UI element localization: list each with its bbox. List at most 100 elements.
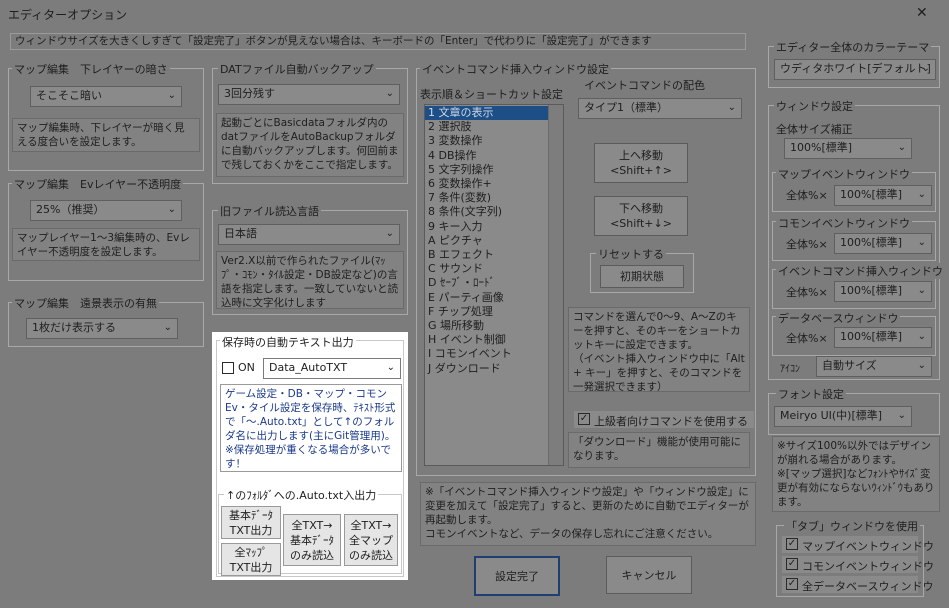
icon-size-label: ｱｲｺﾝ xyxy=(780,364,800,375)
chevron-down-icon: ⌄ xyxy=(921,63,930,74)
list-item[interactable]: 9 キー入力 xyxy=(425,220,563,234)
auto-text-desc: ゲーム設定・DB・マップ・コモンEv・タイル設定を保存時、ﾃｷｽﾄ形式で「～.A… xyxy=(220,384,402,472)
tab-map-event-checkbox[interactable]: ✓ xyxy=(786,538,798,550)
group-title: 保存時の自動テキスト出力 xyxy=(220,334,356,350)
font-select[interactable]: Meiryo UI(中)[標準] ⌄ xyxy=(774,406,912,427)
map-event-window-select[interactable]: 100%[標準] ⌄ xyxy=(834,185,932,206)
list-item[interactable]: I コモンイベント xyxy=(425,347,563,361)
event-cmd-color-select[interactable]: タイプ1（標準） ⌄ xyxy=(578,98,742,119)
group-title: 旧ファイル読込言語 xyxy=(218,203,321,219)
chevron-down-icon: ⌄ xyxy=(897,410,906,421)
old-file-lang-select[interactable]: 日本語 ⌄ xyxy=(218,224,400,245)
group-title: ↑のﾌｫﾙﾀﾞへの.Auto.txt入出力 xyxy=(224,487,379,503)
chevron-down-icon: ⌄ xyxy=(727,102,736,113)
all-txt-to-map-import-button[interactable]: 全TXT→ 全マップ のみ読込 xyxy=(344,514,398,566)
restart-note: ※「イベントコマンド挿入ウィンドウ設定」や「ウィンドウ設定」に変更を加えて「設定… xyxy=(420,482,756,546)
list-item[interactable]: 8 条件(文字列) xyxy=(425,205,563,219)
tab-database-checkbox[interactable]: ✓ xyxy=(786,578,798,590)
list-item[interactable]: B エフェクト xyxy=(425,248,563,262)
group-title: イベントコマンド挿入ウィンドウ xyxy=(776,263,945,279)
list-scrollbar[interactable] xyxy=(548,105,563,465)
tab-database-label: 全データベースウィンドウ xyxy=(802,580,934,593)
window-title: エディターオプション xyxy=(8,8,128,22)
group-title: リセットする xyxy=(596,246,666,262)
chevron-down-icon: ⌄ xyxy=(917,360,926,371)
common-event-window-select[interactable]: 100%[標準] ⌄ xyxy=(834,233,932,254)
group-title: マップ編集 遠景表示の有無 xyxy=(12,295,159,311)
command-order-list[interactable]: 1 文章の表示 2 選択肢 3 変数操作 4 DB操作 5 文字列操作 6 変数操作+ 7 … xyxy=(424,104,564,466)
overall-size-select[interactable]: 100%[標準] ⌄ xyxy=(784,138,912,159)
database-window-select[interactable]: 100%[標準] ⌄ xyxy=(834,327,932,348)
chevron-down-icon: ⌄ xyxy=(167,90,176,101)
list-item[interactable]: C サウンド xyxy=(425,262,563,276)
list-item[interactable]: G 場所移動 xyxy=(425,319,563,333)
all-map-txt-export-button[interactable]: 全ﾏｯﾌﾟ TXT出力 xyxy=(221,543,281,576)
chevron-down-icon: ⌄ xyxy=(917,331,926,342)
cmd-insert-window-select[interactable]: 100%[標準] ⌄ xyxy=(834,281,932,302)
list-item[interactable]: 7 条件(変数) xyxy=(425,191,563,205)
theme-select[interactable]: ウディタホワイト[デフォルト] ⌄ xyxy=(774,59,936,80)
advanced-commands-desc: 「ダウンロード」機能が使用可能になります。 xyxy=(568,432,750,468)
old-file-lang-desc: Ver2.X以前で作られたファイル(ﾏｯﾌﾟ・ｺﾓﾝ・ﾀｲﾙ設定・DB設定など)… xyxy=(216,251,404,309)
map-layer-dark-select[interactable]: そこそこ暗い ⌄ xyxy=(30,86,182,107)
chevron-down-icon: ⌄ xyxy=(385,88,394,99)
far-view-select[interactable]: 1枚だけ表示する ⌄ xyxy=(26,318,178,339)
list-item[interactable]: H イベント制御 xyxy=(425,333,563,347)
group-title: イベントコマンドの配色 xyxy=(582,77,707,93)
dat-backup-desc: 起動ごとにBasicdataフォルダ内のdatファイルをAutoBackupフォ… xyxy=(216,113,404,177)
chevron-down-icon: ⌄ xyxy=(163,322,172,333)
list-item[interactable]: 6 変数操作+ xyxy=(425,177,563,191)
icon-size-select[interactable]: 自動サイズ ⌄ xyxy=(816,356,932,377)
dat-backup-select[interactable]: 3回分残す ⌄ xyxy=(218,84,400,105)
shortcut-list-title: 表示順＆ショートカット設定 xyxy=(420,88,563,101)
chevron-down-icon: ⌄ xyxy=(167,204,176,215)
close-icon[interactable]: ✕ xyxy=(916,5,928,21)
scale-label: 全体%× xyxy=(786,189,828,202)
ev-layer-opacity-desc: マップレイヤー1～3編集時の、Evレイヤー不透明度を設定します。 xyxy=(12,228,200,261)
list-item[interactable]: 5 文字列操作 xyxy=(425,163,563,177)
list-item[interactable]: A ピクチャ xyxy=(425,234,563,248)
group-title: イベントコマンド挿入ウィンドウ設定 xyxy=(420,61,611,77)
tab-common-event-checkbox[interactable]: ✓ xyxy=(786,558,798,570)
group-title: エディター全体のカラーテーマ xyxy=(774,39,932,55)
shortcut-desc: コマンドを選んで0～9、A～Zのキーを押すと、そのキーをショートカットキーに設定… xyxy=(568,307,750,392)
list-item[interactable]: E パーティ画像 xyxy=(425,291,563,305)
list-item[interactable]: F チップ処理 xyxy=(425,305,563,319)
group-title: DATファイル自動バックアップ xyxy=(218,61,376,77)
group-title: 「タブ」ウィンドウを使用 xyxy=(784,518,920,534)
advanced-commands-label: 上級者向けコマンドを使用する xyxy=(594,415,748,428)
group-title: コモンイベントウィンドウ xyxy=(776,215,912,231)
reset-initial-button[interactable]: 初期状態 xyxy=(600,265,684,288)
move-up-button[interactable]: 上へ移動 <Shift+↑> xyxy=(594,143,688,183)
list-item[interactable]: 1 文章の表示 xyxy=(425,106,563,121)
advanced-commands-checkbox[interactable]: ✓ xyxy=(578,413,590,425)
chevron-down-icon: ⌄ xyxy=(917,189,926,200)
ok-button[interactable]: 設定完了 xyxy=(474,556,560,596)
basic-data-txt-export-button[interactable]: 基本ﾃﾞｰﾀ TXT出力 xyxy=(221,506,281,539)
group-title: データベースウィンドウ xyxy=(776,310,901,326)
list-item[interactable]: J ダウンロード xyxy=(425,362,563,376)
group-title: マップ編集 Evレイヤー不透明度 xyxy=(12,176,184,192)
group-title: ウィンドウ設定 xyxy=(774,98,855,114)
scale-label: 全体%× xyxy=(786,238,828,251)
map-layer-dark-desc: マップ編集時、下レイヤーが暗く見える度合いを設定します。 xyxy=(12,118,200,152)
scale-label: 全体%× xyxy=(786,332,828,345)
ev-layer-opacity-select[interactable]: 25%（推奨） ⌄ xyxy=(30,200,182,221)
info-bar: ウィンドウサイズを大きくしすぎて「設定完了」ボタンが見えない場合は、キーボードの… xyxy=(10,33,746,50)
font-desc: ※サイズ100%以外ではデザインが崩れる場合があります。 ※[マップ選択]などﾌ… xyxy=(772,436,940,512)
list-item[interactable]: 4 DB操作 xyxy=(425,149,563,163)
chevron-down-icon: ⌄ xyxy=(386,362,395,373)
move-down-button[interactable]: 下へ移動 <Shift+↓> xyxy=(594,196,688,236)
cancel-button[interactable]: キャンセル xyxy=(606,556,692,594)
chevron-down-icon: ⌄ xyxy=(385,228,394,239)
group-title: フォント設定 xyxy=(776,386,846,402)
list-item[interactable]: 3 変数操作 xyxy=(425,134,563,148)
list-item[interactable]: D ｾｰﾌﾞ・ﾛｰﾄﾞ xyxy=(425,276,563,290)
auto-text-on-checkbox[interactable] xyxy=(222,362,234,374)
list-item[interactable]: 2 選択肢 xyxy=(425,120,563,134)
tab-common-event-label: コモンイベントウィンドウ xyxy=(802,560,934,573)
all-txt-to-basic-import-button[interactable]: 全TXT→ 基本ﾃﾞｰﾀ のみ読込 xyxy=(283,514,341,566)
chevron-down-icon: ⌄ xyxy=(917,285,926,296)
overall-size-label: 全体サイズ補正 xyxy=(776,123,853,136)
auto-text-folder-select[interactable]: Data_AutoTXT ⌄ xyxy=(263,358,401,379)
